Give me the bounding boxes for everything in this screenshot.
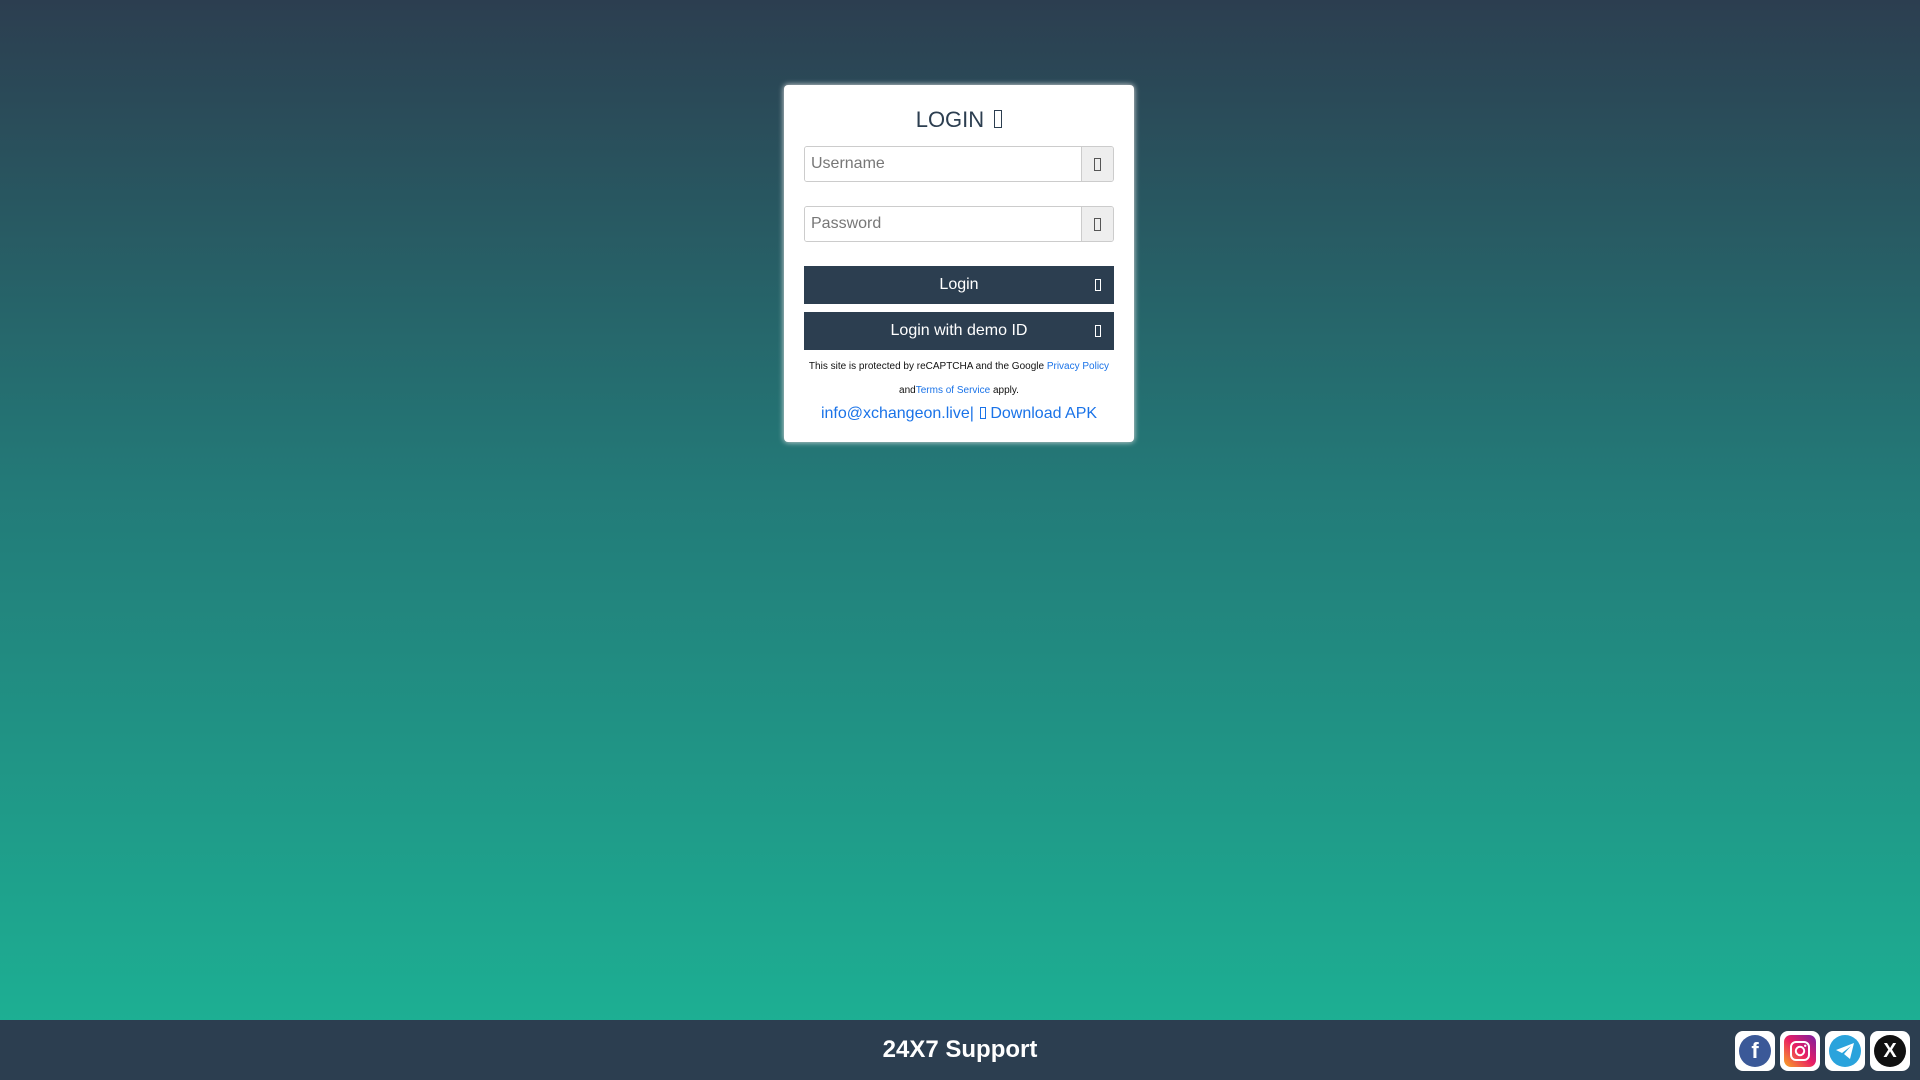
login-title: LOGIN [804,105,1114,135]
separator: | [969,405,974,422]
demo-login-button[interactable]: Login with demo ID [804,312,1114,350]
username-addon [1081,147,1113,181]
instagram-link[interactable] [1780,1031,1820,1071]
username-group [804,146,1114,182]
lock-icon [1094,217,1101,231]
sign-in-arrow-icon [1095,325,1101,337]
social-links: f X [1735,1031,1910,1071]
x-twitter-icon: X [1874,1035,1906,1067]
password-group [804,206,1114,242]
terms-of-service-link[interactable]: Terms of Service [916,385,990,396]
download-icon [980,407,987,419]
email-link[interactable]: info@xchangeon.live [821,405,970,422]
recaptcha-and: and [899,385,916,396]
telegram-icon [1829,1035,1861,1067]
footer: 24X7 Support f X [0,1020,1920,1080]
privacy-policy-link[interactable]: Privacy Policy [1047,361,1109,372]
recaptcha-prefix: This site is protected by reCAPTCHA and … [808,361,1047,372]
x-twitter-link[interactable]: X [1870,1031,1910,1071]
login-title-text: LOGIN [915,107,985,132]
password-addon [1081,207,1113,241]
instagram-icon [1784,1035,1816,1067]
sign-in-arrow-icon [1095,279,1101,291]
sign-in-icon [994,110,1003,129]
login-button[interactable]: Login [804,266,1114,304]
user-icon [1094,157,1101,171]
username-input[interactable] [805,147,1081,181]
recaptcha-notice: This site is protected by reCAPTCHA and … [804,355,1114,403]
telegram-link[interactable] [1825,1031,1865,1071]
login-button-label: Login [939,276,979,293]
password-input[interactable] [805,207,1081,241]
download-apk-link[interactable]: Download APK [990,405,1097,422]
facebook-link[interactable]: f [1735,1031,1775,1071]
footer-title: 24X7 Support [882,1036,1038,1063]
login-card: LOGIN Login Login with demo ID This site… [784,85,1134,442]
demo-login-button-label: Login with demo ID [890,322,1028,339]
facebook-icon: f [1739,1035,1771,1067]
contact-row: info@xchangeon.live| Download APK [804,405,1114,423]
recaptcha-suffix: apply. [990,385,1019,396]
